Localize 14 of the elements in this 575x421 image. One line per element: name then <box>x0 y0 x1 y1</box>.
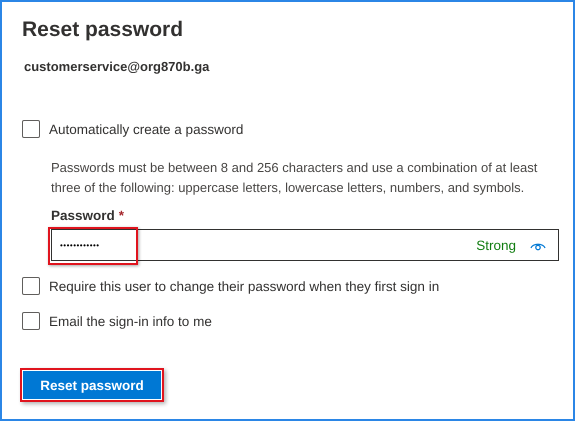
checkbox[interactable] <box>22 120 40 138</box>
password-rules-text: Passwords must be between 8 and 256 characters and use a combination of at least three of the following: uppercase letters, lowercase letters, numbers, and symbols. <box>51 159 538 197</box>
checkbox[interactable] <box>22 277 40 295</box>
checkbox-label[interactable]: Require this user to change their password when they first sign in <box>49 278 440 294</box>
required-mark: * <box>118 208 124 223</box>
strength-text: Strong <box>476 238 516 252</box>
checkbox-label[interactable]: Email the sign-in info to me <box>49 314 212 328</box>
dialog-title: Reset password <box>22 18 184 42</box>
account-email: customerservice@org870b.ga <box>24 59 210 74</box>
checkbox-label[interactable]: Automatically create a password <box>49 122 244 136</box>
reset-password-button[interactable]: Reset password <box>22 370 162 400</box>
checkbox[interactable] <box>22 312 40 330</box>
field-label: Password <box>51 208 115 223</box>
password-value: •••••••••••• <box>59 240 101 250</box>
